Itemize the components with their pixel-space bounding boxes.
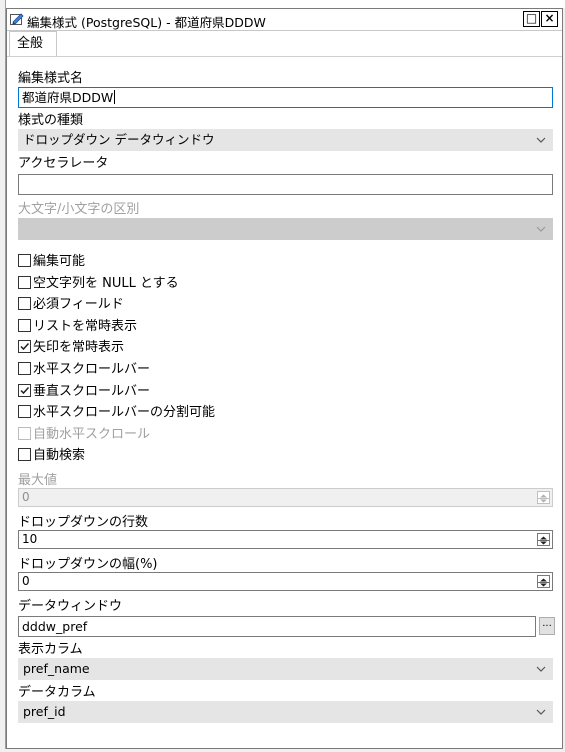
spin-arrows-icon[interactable] — [537, 533, 550, 546]
spin-arrows-icon — [537, 491, 550, 504]
option-checkbox[interactable]: リストを常時表示 — [18, 318, 137, 335]
option-checkbox-label: 空文字列を NULL とする — [33, 275, 179, 291]
chevron-down-icon — [536, 226, 546, 232]
option-checkbox[interactable]: 自動検索 — [18, 447, 85, 464]
option-checkbox-label: 必須フィールド — [33, 297, 124, 313]
option-checkbox: 自動水平スクロール — [18, 426, 150, 443]
option-checkbox-label: 矢印を常時表示 — [33, 340, 125, 356]
option-checkbox[interactable]: 編集可能 — [18, 253, 85, 270]
case-label: 大文字/小文字の区別 — [18, 202, 140, 217]
option-checkbox-label: 水平スクロールバーの分割可能 — [33, 405, 216, 421]
style-name-label: 編集様式名 — [18, 71, 84, 86]
checkbox-checked-icon[interactable] — [18, 383, 31, 397]
chevron-down-icon — [536, 137, 546, 143]
checkbox-unchecked-icon[interactable] — [18, 448, 31, 462]
option-checkbox-label: 編集可能 — [33, 254, 86, 269]
display-column-label: 表示カラム — [18, 642, 83, 657]
dropdown-width-spinner[interactable]: 0 — [18, 572, 553, 591]
display-column-select[interactable]: pref_name — [18, 658, 553, 680]
spin-arrows-icon[interactable] — [537, 575, 550, 588]
datawindow-value: dddw_pref — [22, 619, 88, 634]
option-checkbox-label: 自動検索 — [33, 448, 86, 464]
text-caret — [114, 90, 116, 104]
edit-style-window: 編集様式 (PostgreSQL) - 都道府県DDDW □ × 全般 編集様式… — [6, 8, 563, 749]
chevron-down-icon — [536, 666, 546, 672]
chevron-down-icon — [536, 709, 546, 715]
screen-background: 編集様式 (PostgreSQL) - 都道府県DDDW □ × 全般 編集様式… — [0, 0, 565, 752]
general-panel: 編集様式名 都道府県DDDW 様式の種類 ドロップダウン データウィンドウ アク… — [7, 56, 562, 748]
max-value-label: 最大値 — [18, 473, 58, 488]
option-checkbox-label: 自動水平スクロール — [33, 426, 151, 442]
checkbox-unchecked-icon — [18, 426, 31, 440]
option-checkbox[interactable]: 空文字列を NULL とする — [18, 275, 179, 292]
restore-button[interactable]: □ — [523, 11, 540, 27]
dropdown-rows-value: 10 — [22, 532, 38, 546]
case-select — [18, 218, 553, 240]
datawindow-input[interactable]: dddw_pref — [18, 616, 536, 637]
checkbox-unchecked-icon[interactable] — [18, 275, 31, 289]
dropdown-width-label: ドロップダウンの幅(%) — [18, 557, 158, 572]
style-name-input[interactable]: 都道府県DDDW — [18, 87, 553, 108]
option-checkbox[interactable]: 垂直スクロールバー — [18, 383, 150, 400]
checkbox-checked-icon[interactable] — [18, 340, 31, 354]
data-column-select[interactable]: pref_id — [18, 701, 553, 723]
accelerator-label: アクセラレータ — [18, 156, 109, 171]
style-type-value: ドロップダウン データウィンドウ — [23, 132, 215, 147]
style-type-select[interactable]: ドロップダウン データウィンドウ — [18, 129, 553, 151]
checkbox-unchecked-icon[interactable] — [18, 405, 31, 419]
data-column-value: pref_id — [23, 704, 66, 719]
datawindow-label: データウィンドウ — [18, 599, 123, 614]
max-value-spinner: 0 — [18, 488, 553, 507]
display-column-value: pref_name — [23, 661, 90, 676]
accelerator-input[interactable] — [18, 174, 553, 195]
tab-general[interactable]: 全般 — [9, 31, 57, 57]
style-type-label: 様式の種類 — [18, 113, 84, 128]
top-strip — [0, 0, 565, 8]
option-checkbox[interactable]: 水平スクロールバーの分割可能 — [18, 404, 215, 421]
close-button[interactable]: × — [541, 11, 558, 27]
max-value: 0 — [22, 490, 30, 504]
window-title: 編集様式 (PostgreSQL) - 都道府県DDDW — [27, 15, 266, 30]
dropdown-width-value: 0 — [22, 574, 30, 588]
title-bar: 編集様式 (PostgreSQL) - 都道府県DDDW □ × — [7, 9, 562, 31]
dropdown-rows-spinner[interactable]: 10 — [18, 530, 553, 549]
option-checkbox[interactable]: 矢印を常時表示 — [18, 339, 124, 356]
checkbox-unchecked-icon[interactable] — [18, 318, 31, 332]
checkbox-unchecked-icon[interactable] — [18, 254, 31, 267]
datawindow-browse-button[interactable]: ... — [539, 617, 555, 635]
data-column-label: データカラム — [18, 685, 96, 700]
style-name-value: 都道府県DDDW — [22, 90, 114, 105]
option-checkbox[interactable]: 必須フィールド — [18, 296, 124, 313]
checkbox-unchecked-icon[interactable] — [18, 297, 31, 311]
option-checkbox-label: リストを常時表示 — [33, 318, 138, 334]
checkbox-unchecked-icon[interactable] — [18, 362, 31, 375]
edit-style-icon — [10, 13, 24, 25]
dropdown-rows-label: ドロップダウンの行数 — [18, 515, 149, 530]
option-checkbox-label: 水平スクロールバー — [33, 362, 151, 377]
option-checkbox[interactable]: 水平スクロールバー — [18, 361, 150, 378]
option-checkbox-label: 垂直スクロールバー — [33, 383, 151, 399]
